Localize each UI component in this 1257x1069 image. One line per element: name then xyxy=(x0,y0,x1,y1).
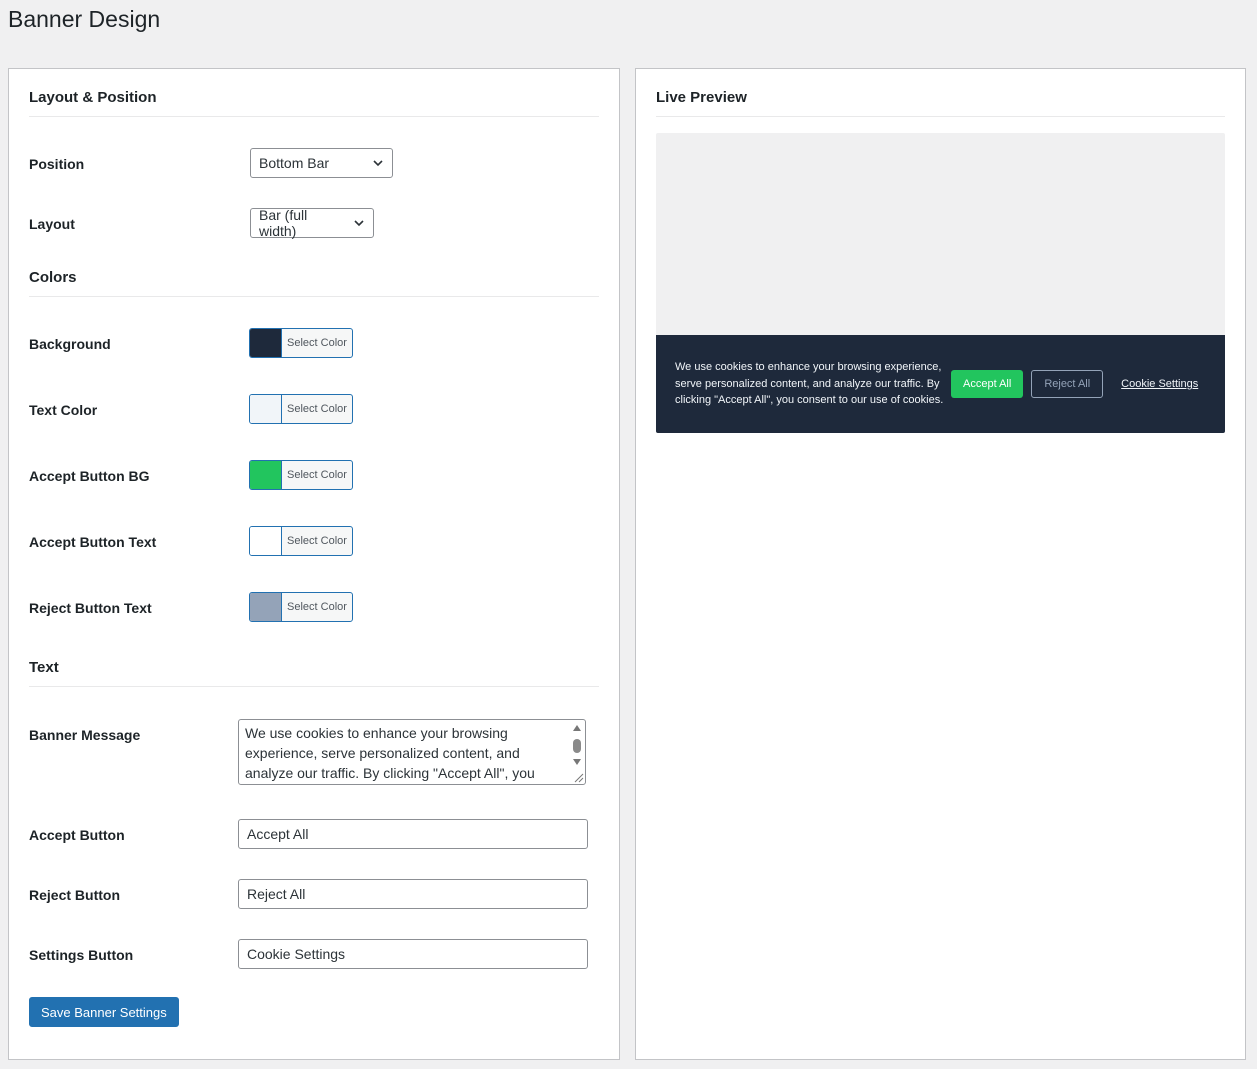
color-swatch xyxy=(250,395,282,423)
accept-bg-color-label: Accept Button BG xyxy=(29,468,150,484)
preview-area: We use cookies to enhance your browsing … xyxy=(656,133,1225,433)
settings-button-label: Settings Button xyxy=(29,947,134,963)
banner-preview-message: We use cookies to enhance your browsing … xyxy=(675,361,944,407)
reject-button-input-value: Reject All xyxy=(247,886,306,902)
section-heading-colors: Colors xyxy=(29,269,599,297)
accept-button-input-value: Accept All xyxy=(247,826,309,842)
banner-message-value: We use cookies to enhance your browsing … xyxy=(245,725,535,781)
select-color-text: Select Color xyxy=(287,601,347,613)
reject-text-color-label: Reject Button Text xyxy=(29,600,152,616)
accept-text-color-label: Accept Button Text xyxy=(29,534,157,550)
chevron-down-icon xyxy=(354,220,364,227)
select-color-text: Select Color xyxy=(287,337,347,349)
banner-message-label: Banner Message xyxy=(29,727,141,743)
section-heading-layout: Layout & Position xyxy=(29,89,599,117)
settings-button-input-value: Cookie Settings xyxy=(247,946,346,962)
settings-card: Layout & Position Position Bottom Bar La… xyxy=(8,68,620,1060)
color-swatch xyxy=(250,593,282,621)
position-select[interactable]: Bottom Bar xyxy=(250,148,393,178)
cookie-banner-preview: We use cookies to enhance your browsing … xyxy=(656,335,1225,433)
select-color-text: Select Color xyxy=(287,469,347,481)
settings-button-input[interactable]: Cookie Settings xyxy=(238,939,588,969)
section-heading-preview: Live Preview xyxy=(656,89,1225,117)
reject-button-label: Reject Button xyxy=(29,887,120,903)
select-color-text: Select Color xyxy=(287,403,347,415)
save-banner-settings-button[interactable]: Save Banner Settings xyxy=(29,997,179,1027)
layout-select-value: Bar (full width) xyxy=(259,207,308,239)
text-color-label: Text Color xyxy=(29,402,98,418)
layout-label: Layout xyxy=(29,216,75,232)
banner-preview-reject-button[interactable]: Reject All xyxy=(1031,370,1104,398)
chevron-down-icon xyxy=(373,160,383,167)
color-swatch xyxy=(250,461,282,489)
layout-select[interactable]: Bar (full width) xyxy=(250,207,374,239)
preview-card: Live Preview We use cookies to enhance y… xyxy=(635,68,1246,1060)
textarea-scrollbar[interactable] xyxy=(571,723,583,773)
accept-button-input[interactable]: Accept All xyxy=(238,819,588,849)
section-heading-text: Text xyxy=(29,659,599,687)
color-swatch xyxy=(250,329,282,357)
background-color-picker[interactable]: Select Color xyxy=(249,328,353,358)
reject-text-color-picker[interactable]: Select Color xyxy=(249,592,353,622)
accept-bg-color-picker[interactable]: Select Color xyxy=(249,460,353,490)
color-swatch xyxy=(250,527,282,555)
page-title: Banner Design xyxy=(8,6,161,32)
position-label: Position xyxy=(29,156,85,172)
accept-text-color-picker[interactable]: Select Color xyxy=(249,526,353,556)
select-color-text: Select Color xyxy=(287,535,347,547)
reject-button-input[interactable]: Reject All xyxy=(238,879,588,909)
banner-preview-accept-button[interactable]: Accept All xyxy=(951,370,1024,398)
banner-message-textarea[interactable]: We use cookies to enhance your browsing … xyxy=(238,719,586,785)
background-color-label: Background xyxy=(29,336,111,352)
position-select-value: Bottom Bar xyxy=(259,155,330,171)
resize-handle-icon[interactable] xyxy=(572,771,584,783)
accept-button-label: Accept Button xyxy=(29,827,125,843)
banner-preview-settings-link[interactable]: Cookie Settings xyxy=(1121,378,1198,390)
text-color-picker[interactable]: Select Color xyxy=(249,394,353,424)
